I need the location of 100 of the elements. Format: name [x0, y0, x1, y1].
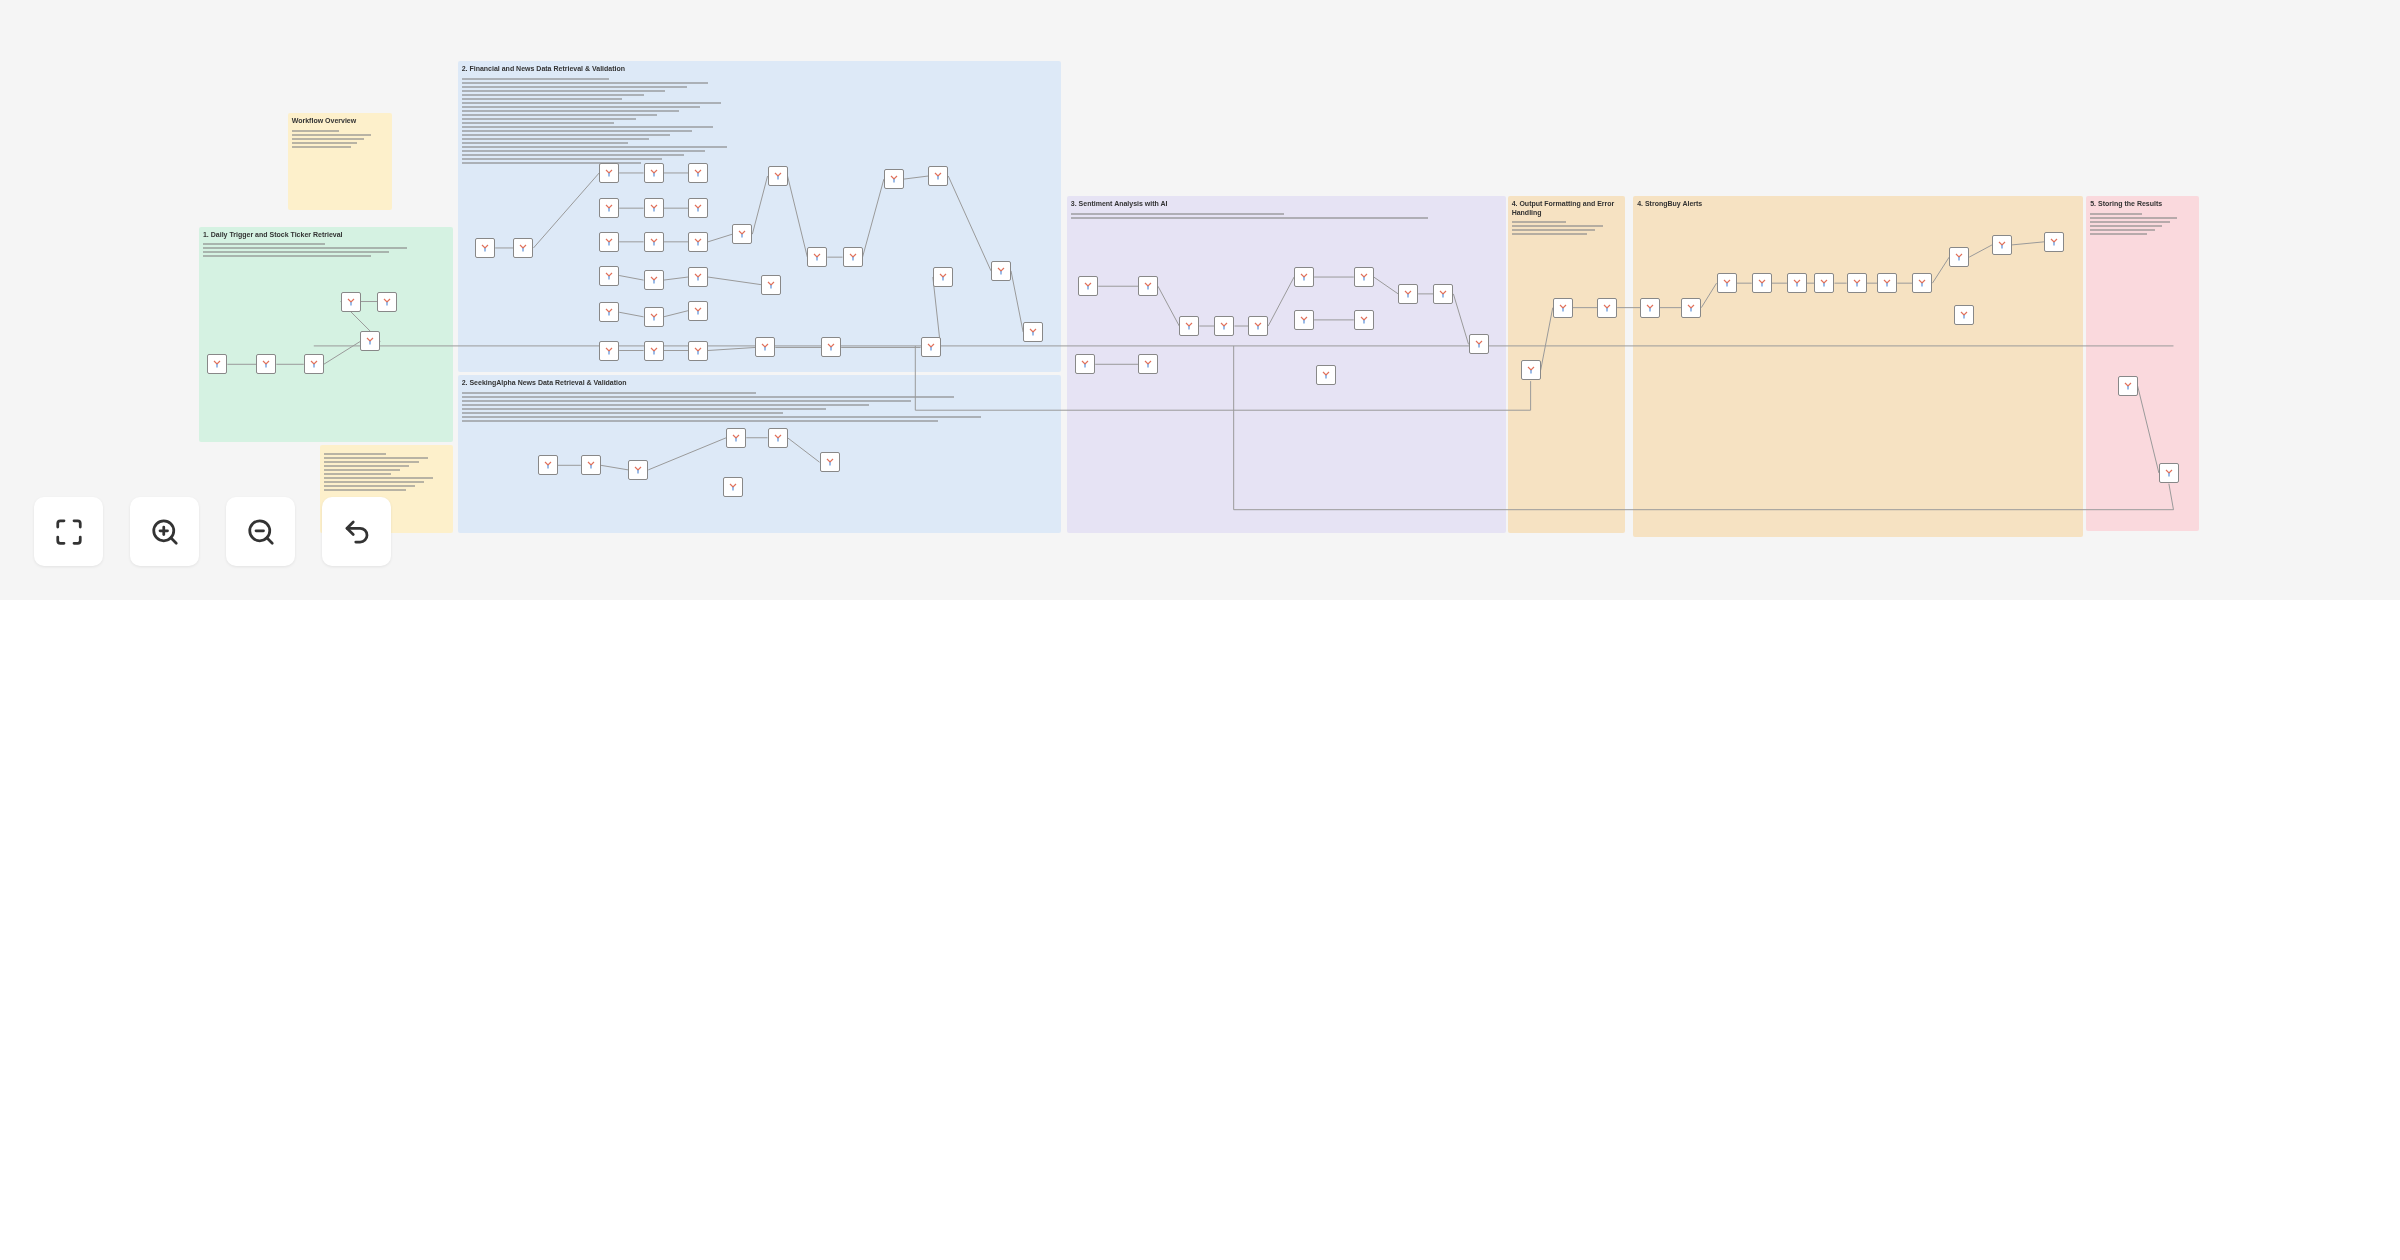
workflow-node[interactable] [599, 340, 620, 361]
workflow-node[interactable] [1751, 273, 1772, 294]
workflow-node[interactable] [513, 237, 534, 258]
workflow-node[interactable] [599, 162, 620, 183]
node-icon [729, 482, 738, 491]
workflow-node[interactable] [723, 476, 744, 497]
workflow-node[interactable] [1075, 354, 1096, 375]
node-icon [1603, 303, 1612, 312]
workflow-node[interactable] [580, 455, 601, 476]
workflow-node[interactable] [1294, 309, 1315, 330]
workflow-node[interactable] [1953, 305, 1974, 326]
workflow-node[interactable] [599, 198, 620, 219]
workflow-node[interactable] [207, 354, 228, 375]
workflow-node[interactable] [1468, 334, 1489, 355]
workflow-node[interactable] [360, 331, 381, 352]
workflow-node[interactable] [1846, 273, 1867, 294]
workflow-node[interactable] [1137, 276, 1158, 297]
workflow-node[interactable] [643, 198, 664, 219]
connector-line [1234, 325, 1249, 327]
canvas-control-button[interactable] [34, 497, 103, 566]
workflow-node[interactable] [1137, 354, 1158, 375]
node-icon [1852, 279, 1861, 288]
workflow-node[interactable] [687, 198, 708, 219]
workflow-node[interactable] [1179, 316, 1200, 336]
workflow-node[interactable] [883, 169, 904, 190]
workflow-node[interactable] [726, 427, 747, 448]
workflow-node[interactable] [842, 247, 863, 268]
workflow-node[interactable] [1597, 297, 1618, 318]
workflow-node[interactable] [821, 337, 842, 358]
node-icon [605, 308, 614, 317]
connector-line [1313, 276, 1355, 278]
workflow-node[interactable] [475, 237, 496, 258]
workflow-node[interactable] [1640, 297, 1660, 318]
workflow-node[interactable] [767, 166, 788, 186]
workflow-node[interactable] [599, 302, 620, 323]
workflow-node[interactable] [819, 452, 840, 473]
workflow-node[interactable] [807, 247, 828, 268]
workflow-node[interactable] [1992, 234, 2013, 255]
connector-line [1157, 285, 1180, 327]
node-icon [1220, 322, 1229, 330]
workflow-node[interactable] [256, 354, 277, 375]
workflow-node[interactable] [1078, 276, 1099, 297]
workflow-node[interactable] [932, 267, 953, 288]
workflow-node[interactable] [1520, 360, 1541, 381]
workflow-node[interactable] [991, 260, 1011, 281]
workflow-node[interactable] [1398, 283, 1419, 304]
node-icon [2164, 468, 2173, 477]
workflow-node[interactable] [920, 337, 941, 358]
workflow-node[interactable] [1786, 273, 1807, 294]
workflow-node[interactable] [303, 354, 324, 375]
workflow-node[interactable] [537, 455, 558, 476]
workflow-node[interactable] [377, 291, 398, 312]
canvas-control-button[interactable] [226, 497, 295, 566]
workflow-node[interactable] [928, 166, 949, 186]
workflow-node[interactable] [1023, 322, 1044, 343]
workflow-node[interactable] [1315, 365, 1336, 385]
workflow-node[interactable] [755, 337, 776, 358]
workflow-node[interactable] [1433, 283, 1454, 304]
connector-line [1806, 282, 1815, 284]
connector-line [707, 276, 762, 286]
node-icon [693, 204, 702, 213]
workflow-node[interactable] [1214, 316, 1235, 336]
workflow-node[interactable] [599, 231, 620, 252]
node-icon [1820, 279, 1829, 288]
node-icon [649, 276, 658, 285]
node-icon [366, 337, 375, 346]
node-icon [1526, 366, 1535, 375]
node-icon [586, 461, 595, 470]
node-icon [383, 297, 392, 306]
node-icon [1084, 282, 1093, 291]
workflow-node[interactable] [643, 270, 664, 291]
canvas-control-button[interactable] [130, 497, 199, 566]
node-icon [262, 360, 271, 369]
node-icon [2050, 237, 2059, 246]
connector-line [618, 311, 645, 318]
workflow-node[interactable] [732, 224, 753, 245]
workflow-node[interactable] [1294, 267, 1315, 288]
workflow-node[interactable] [1353, 267, 1374, 288]
workflow-node[interactable] [687, 267, 708, 288]
node-icon [1722, 279, 1731, 288]
workflow-node[interactable] [1877, 273, 1898, 294]
node-icon [693, 306, 702, 315]
workflow-node[interactable] [1248, 316, 1269, 336]
workflow-node[interactable] [628, 459, 649, 480]
node-icon [605, 271, 614, 280]
workflow-node[interactable] [1716, 273, 1737, 294]
workflow-node[interactable] [1681, 297, 1702, 318]
workflow-node[interactable] [1912, 273, 1933, 294]
workflow-node[interactable] [2044, 231, 2065, 252]
node-icon [825, 458, 834, 467]
connector-line [826, 256, 844, 258]
workflow-node[interactable] [599, 265, 620, 286]
connector-line [618, 241, 645, 243]
workflow-node[interactable] [1814, 273, 1835, 294]
workflow-node[interactable] [761, 274, 782, 295]
node-icon [1404, 289, 1413, 298]
node-icon [1792, 279, 1801, 288]
canvas-control-button[interactable] [322, 497, 391, 566]
workflow-node[interactable] [1949, 247, 1970, 268]
connector-line [1771, 282, 1788, 284]
